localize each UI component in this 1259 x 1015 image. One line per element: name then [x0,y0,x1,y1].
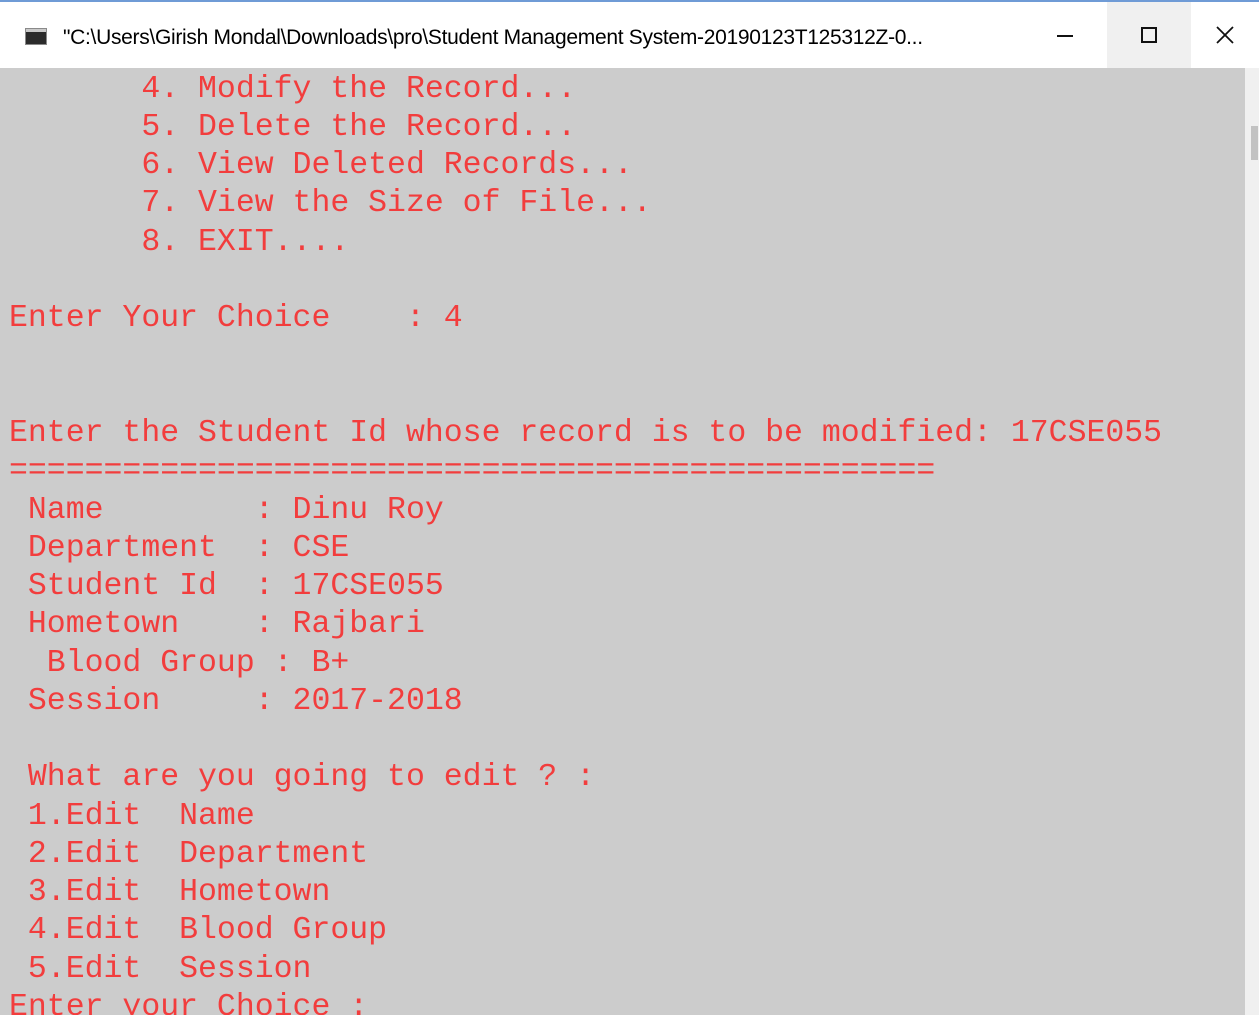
vertical-scrollbar[interactable] [1245,68,1259,1015]
minimize-button[interactable] [1023,2,1107,68]
edit-option-blood-group: 4.Edit Blood Group [9,913,388,948]
window-title: "C:\Users\Girish Mondal\Downloads\pro\St… [63,26,923,49]
edit-option-department: 2.Edit Department [9,837,369,872]
menu-item-exit: 8. EXIT.... [9,225,350,260]
menu-item-view-file-size: 7. View the Size of File... [9,186,652,221]
console-app-icon[interactable] [25,28,47,45]
minimize-icon [1057,35,1073,37]
choice-prompt: Enter Your Choice : 4 [9,301,463,336]
menu-item-view-deleted: 6. View Deleted Records... [9,148,633,183]
menu-item-modify-record: 4. Modify the Record... [9,72,577,107]
close-icon [1215,25,1235,45]
maximize-button[interactable] [1107,2,1191,68]
record-student-id: Student Id : 17CSE055 [9,569,444,604]
separator-line: ========================================… [9,454,936,489]
edit-option-session: 5.Edit Session [9,952,312,987]
record-blood-group: Blood Group : B+ [9,646,350,681]
edit-option-name: 1.Edit Name [9,799,255,834]
record-hometown: Hometown : Rajbari [9,607,425,642]
console-output[interactable]: 4. Modify the Record... 5. Delete the Re… [0,68,1245,1015]
record-department: Department : CSE [9,531,350,566]
title-bar[interactable]: "C:\Users\Girish Mondal\Downloads\pro\St… [0,2,1259,68]
console-window: "C:\Users\Girish Mondal\Downloads\pro\St… [0,0,1259,1015]
edit-question: What are you going to edit ? : [9,760,595,795]
student-id-prompt: Enter the Student Id whose record is to … [9,416,1163,451]
record-name: Name : Dinu Roy [9,493,444,528]
final-choice-prompt: Enter your Choice : [9,990,369,1015]
record-session: Session : 2017-2018 [9,684,463,719]
menu-item-delete-record: 5. Delete the Record... [9,110,577,145]
scrollbar-thumb[interactable] [1251,126,1258,160]
maximize-icon [1141,27,1157,43]
edit-option-hometown: 3.Edit Hometown [9,875,331,910]
close-button[interactable] [1191,2,1259,68]
